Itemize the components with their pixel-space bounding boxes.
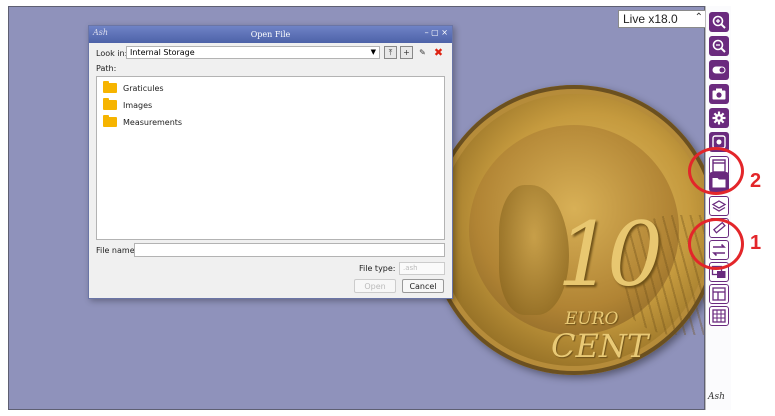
camera-icon: [712, 88, 726, 100]
chevron-down-icon: ⌃: [694, 12, 703, 23]
folder-name: Graticules: [123, 83, 164, 93]
layout-button[interactable]: [709, 284, 729, 304]
toggle-button[interactable]: [709, 60, 729, 80]
coin-euro-text: EURO: [565, 309, 619, 329]
look-in-label: Look in:: [96, 49, 128, 58]
look-in-combo[interactable]: Internal Storage ▼: [126, 46, 380, 59]
folder-icon: [103, 81, 117, 93]
app-logo-icon: Ash: [93, 28, 109, 37]
file-name-field[interactable]: [134, 243, 445, 257]
dialog-title: Open File: [250, 30, 291, 39]
coin-numeral: 10: [557, 203, 663, 306]
window-controls[interactable]: – ▢ ×: [425, 28, 448, 37]
settings-button[interactable]: [709, 108, 729, 128]
zoom-in-button[interactable]: [709, 12, 729, 32]
layers-icon: [711, 200, 727, 212]
new-folder-button[interactable]: +: [400, 46, 413, 59]
cancel-button[interactable]: Cancel: [402, 279, 444, 293]
callout-number-1: 1: [750, 232, 762, 254]
callout-circle-2: [688, 147, 744, 195]
zoom-in-icon: [712, 15, 726, 29]
folder-name: Measurements: [123, 117, 183, 127]
folder-name: Images: [123, 100, 153, 110]
list-item[interactable]: Images: [103, 98, 152, 112]
coin-image: 10 EURO CENT: [429, 85, 704, 375]
callout-circle-1: [688, 218, 744, 270]
grid-icon: [712, 309, 726, 323]
toggle-icon: [712, 66, 726, 74]
zoom-value: Live x18.0: [623, 12, 678, 26]
settings-icon: [712, 111, 726, 125]
path-label: Path:: [96, 64, 117, 73]
rename-button[interactable]: ✎: [416, 46, 429, 59]
zoom-out-button[interactable]: [709, 36, 729, 56]
open-file-dialog: Ash Open File – ▢ × Look in: Internal St…: [88, 25, 453, 299]
grid-button[interactable]: [709, 306, 729, 326]
chevron-down-icon: ▼: [370, 48, 376, 56]
callout-number-2: 2: [750, 170, 762, 192]
file-type-label: File type:: [359, 264, 396, 273]
file-list[interactable]: Graticules Images Measurements: [96, 76, 445, 240]
delete-icon: ✖: [433, 46, 444, 59]
zoom-out-icon: [712, 39, 726, 53]
look-in-value: Internal Storage: [130, 48, 195, 57]
right-toolbar: Ash: [705, 6, 731, 410]
up-folder-icon: ⤒: [388, 47, 393, 57]
list-item[interactable]: Graticules: [103, 81, 164, 95]
zoom-select[interactable]: Live x18.0 ⌃: [618, 10, 706, 28]
open-button[interactable]: Open: [354, 279, 396, 293]
folder-icon: [103, 98, 117, 110]
dialog-title-bar[interactable]: Ash Open File – ▢ ×: [89, 26, 452, 43]
file-name-label: File name:: [96, 246, 138, 255]
coin-cent-text: CENT: [551, 327, 649, 365]
capture-button[interactable]: [709, 84, 729, 104]
file-type-field[interactable]: .ash: [399, 262, 445, 275]
list-item[interactable]: Measurements: [103, 115, 182, 129]
parent-folder-button[interactable]: ⤒: [384, 46, 397, 59]
layout-icon: [712, 287, 726, 301]
layers-button[interactable]: [709, 196, 729, 216]
folder-icon: [103, 115, 117, 127]
pencil-icon: ✎: [419, 48, 426, 57]
new-folder-icon: +: [403, 48, 410, 57]
delete-button[interactable]: ✖: [432, 46, 445, 59]
ash-logo: Ash: [708, 392, 725, 402]
